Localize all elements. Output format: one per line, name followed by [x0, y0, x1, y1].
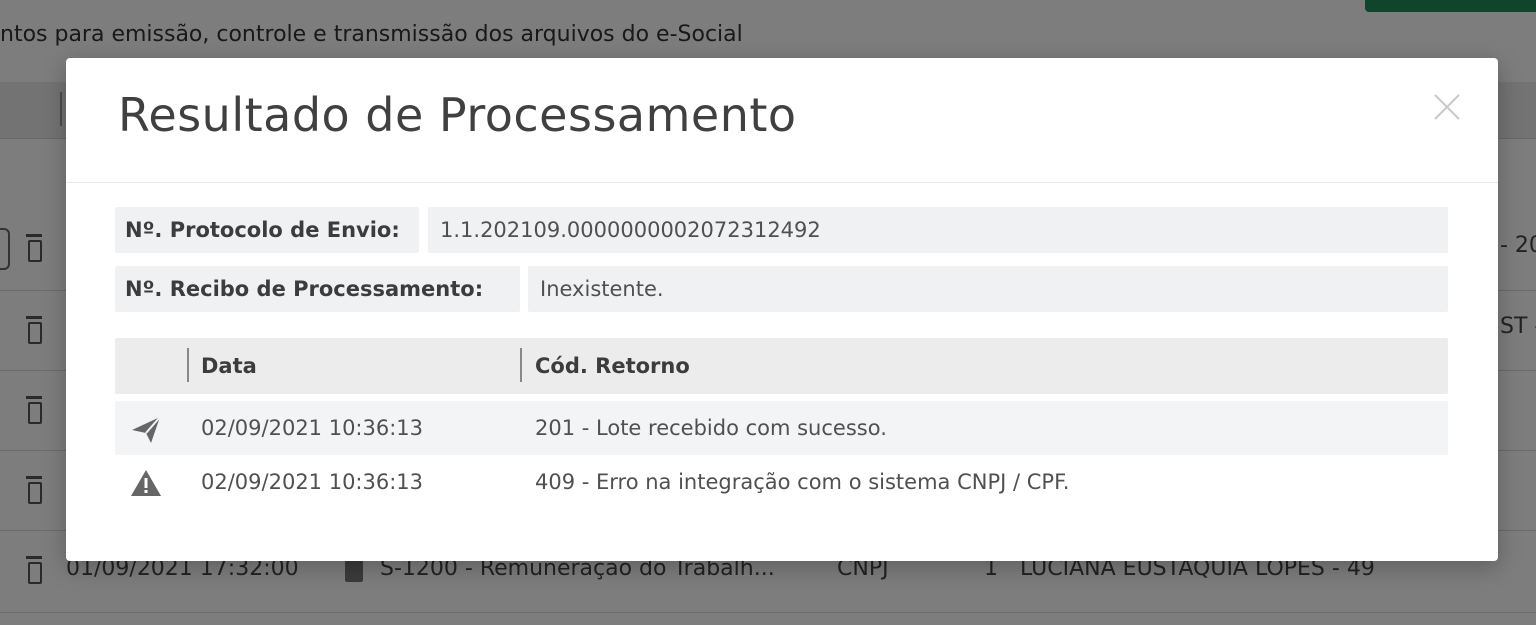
protocol-value: 1.1.202109.0000000002072312492: [428, 207, 1448, 253]
column-separator: [520, 348, 522, 382]
row-message: 409 - Erro na integração com o sistema C…: [535, 470, 1070, 494]
dialog-header: Resultado de Processamento: [66, 58, 1498, 183]
table-row[interactable]: 02/09/2021 10:36:13 409 - Erro na integr…: [115, 455, 1448, 509]
table-row[interactable]: 02/09/2021 10:36:13 201 - Lote recebido …: [115, 401, 1448, 455]
row-date: 02/09/2021 10:36:13: [201, 470, 424, 494]
column-header-data[interactable]: Data: [201, 338, 257, 394]
row-message: 201 - Lote recebido com sucesso.: [535, 416, 887, 440]
protocol-label: Nº. Protocolo de Envio:: [115, 207, 419, 253]
dialog-title: Resultado de Processamento: [118, 88, 797, 142]
send-icon: [132, 416, 161, 443]
warning-icon: [131, 470, 161, 496]
results-table-header: Data Cód. Retorno: [115, 338, 1448, 394]
row-date: 02/09/2021 10:36:13: [201, 416, 424, 440]
receipt-value: Inexistente.: [528, 266, 1448, 312]
close-icon[interactable]: [1428, 88, 1466, 126]
processing-result-dialog: Resultado de Processamento Nº. Protocolo…: [66, 58, 1498, 561]
column-separator: [187, 348, 189, 382]
receipt-label: Nº. Recibo de Processamento:: [115, 266, 520, 312]
column-header-cod-retorno[interactable]: Cód. Retorno: [535, 338, 690, 394]
